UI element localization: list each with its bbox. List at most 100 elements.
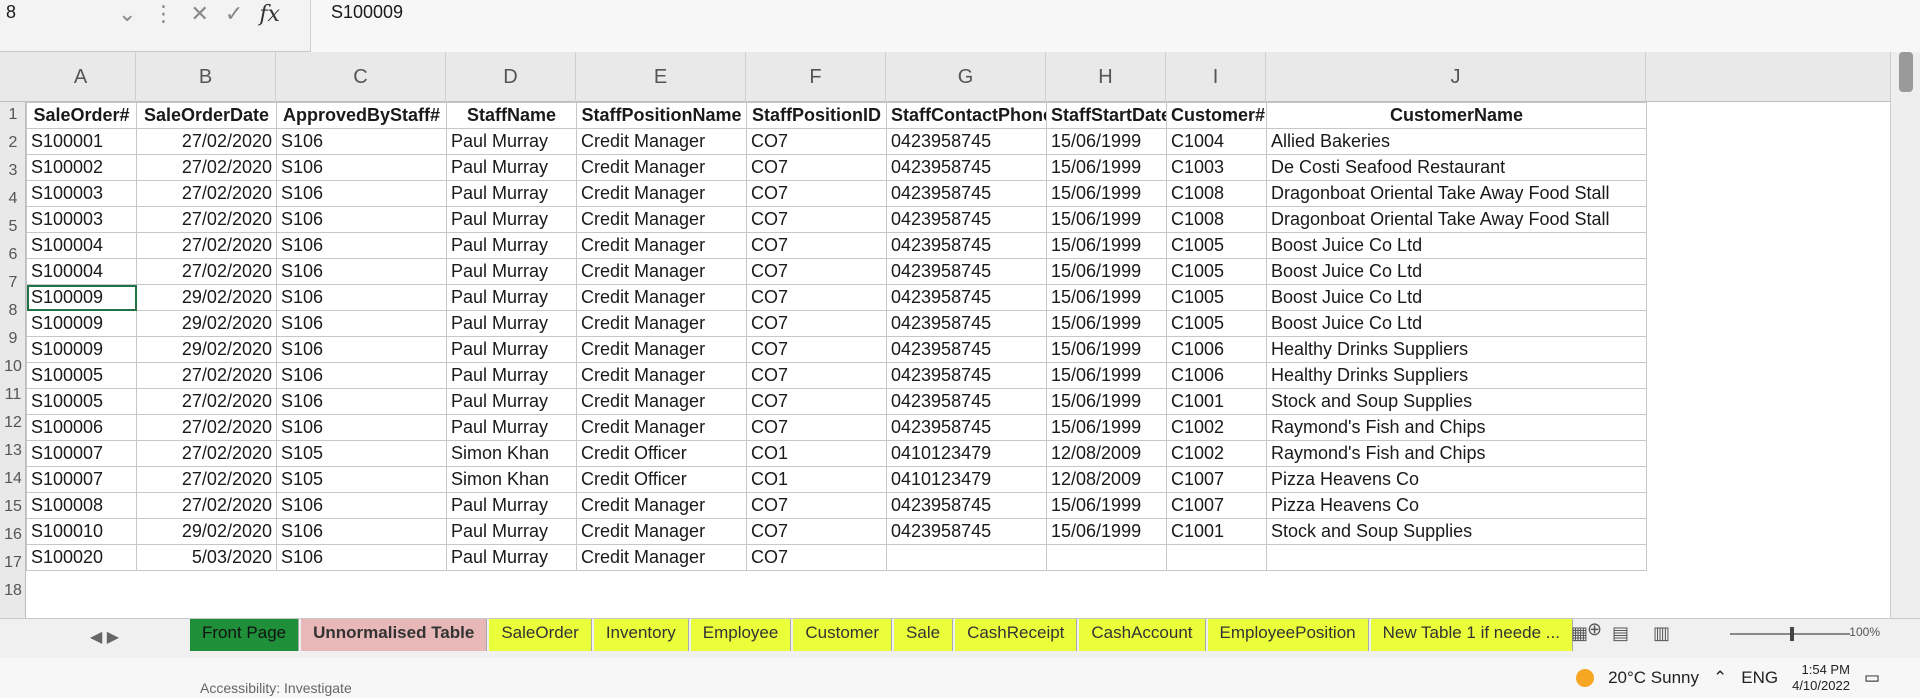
table-cell[interactable]: Allied Bakeries [1266, 128, 1647, 155]
table-cell[interactable]: S106 [276, 414, 447, 441]
table-cell[interactable]: C1006 [1166, 362, 1267, 389]
row-header[interactable]: 14 [0, 470, 26, 488]
table-cell[interactable]: Boost Juice Co Ltd [1266, 284, 1647, 311]
table-cell[interactable]: S100003 [26, 206, 137, 233]
table-cell[interactable]: 27/02/2020 [136, 414, 277, 441]
table-cell[interactable]: 0423958745 [886, 128, 1047, 155]
table-cell[interactable]: C1007 [1166, 492, 1267, 519]
language-indicator[interactable]: ENG [1741, 668, 1778, 688]
table-cell[interactable]: 0410123479 [886, 440, 1047, 467]
table-cell[interactable] [1046, 544, 1167, 571]
tab-nav-arrows[interactable]: ◀ ▶ [90, 627, 119, 647]
table-cell[interactable]: CO7 [746, 362, 887, 389]
table-cell[interactable]: S106 [276, 232, 447, 259]
header-cell[interactable]: StaffStartDate [1046, 102, 1167, 129]
table-cell[interactable]: CO7 [746, 310, 887, 337]
worksheet-grid[interactable]: ABCDEFGHIJ 1 2 3 4 5 6 7 8 9 10 11 12 13 14 15 16 17 18 S… [0, 52, 1890, 618]
table-cell[interactable]: 15/06/1999 [1046, 310, 1167, 337]
table-cell[interactable]: C1002 [1166, 440, 1267, 467]
table-cell[interactable]: 5/03/2020 [136, 544, 277, 571]
header-cell[interactable]: StaffName [446, 102, 577, 129]
table-cell[interactable]: 0423958745 [886, 206, 1047, 233]
table-cell[interactable]: 27/02/2020 [136, 492, 277, 519]
table-cell[interactable]: 0423958745 [886, 232, 1047, 259]
table-cell[interactable]: S100007 [26, 466, 137, 493]
table-cell[interactable]: Paul Murray [446, 336, 577, 363]
table-cell[interactable]: C1002 [1166, 414, 1267, 441]
row-header[interactable]: 2 [0, 134, 26, 152]
more-icon[interactable]: ⋮ [152, 1, 174, 27]
table-cell[interactable]: S106 [276, 492, 447, 519]
row-header[interactable]: 12 [0, 414, 26, 432]
table-cell[interactable]: Paul Murray [446, 206, 577, 233]
column-header[interactable]: I [1166, 52, 1266, 102]
table-cell[interactable]: 15/06/1999 [1046, 232, 1167, 259]
column-header[interactable]: A [26, 52, 136, 102]
table-cell[interactable]: 0423958745 [886, 180, 1047, 207]
table-cell[interactable]: CO1 [746, 440, 887, 467]
table-cell[interactable]: 15/06/1999 [1046, 518, 1167, 545]
table-cell[interactable]: 0423958745 [886, 258, 1047, 285]
row-header[interactable]: 1 [0, 106, 26, 124]
sheet-tab[interactable]: New Table 1 if neede ... [1370, 619, 1573, 651]
table-cell[interactable]: 0423958745 [886, 414, 1047, 441]
cancel-icon[interactable]: ✕ [190, 1, 208, 27]
table-cell[interactable]: Pizza Heavens Co [1266, 466, 1647, 493]
table-cell[interactable]: Paul Murray [446, 128, 577, 155]
table-cell[interactable]: 15/06/1999 [1046, 414, 1167, 441]
table-cell[interactable]: 29/02/2020 [136, 336, 277, 363]
table-cell[interactable]: 27/02/2020 [136, 206, 277, 233]
table-cell[interactable]: S106 [276, 206, 447, 233]
table-cell[interactable]: S100009 [26, 284, 137, 311]
table-cell[interactable]: S106 [276, 544, 447, 571]
table-cell[interactable]: CO7 [746, 180, 887, 207]
table-cell[interactable]: 27/02/2020 [136, 466, 277, 493]
table-cell[interactable]: S106 [276, 180, 447, 207]
table-cell[interactable]: Stock and Soup Supplies [1266, 518, 1647, 545]
table-cell[interactable]: Credit Manager [576, 128, 747, 155]
table-cell[interactable]: C1006 [1166, 336, 1267, 363]
table-cell[interactable]: 27/02/2020 [136, 258, 277, 285]
formula-input[interactable]: S100009 [310, 0, 1920, 52]
zoom-level[interactable]: 100% [1849, 625, 1880, 639]
table-cell[interactable]: CO7 [746, 544, 887, 571]
sheet-tab[interactable]: Unnormalised Table [301, 619, 488, 651]
accessibility-status[interactable]: Accessibility: Investigate [200, 680, 352, 696]
table-cell[interactable]: Paul Murray [446, 154, 577, 181]
notification-icon[interactable]: ▭ [1864, 668, 1880, 688]
table-cell[interactable]: S100007 [26, 440, 137, 467]
table-cell[interactable]: S106 [276, 310, 447, 337]
row-header[interactable]: 17 [0, 554, 26, 572]
column-header[interactable]: H [1046, 52, 1166, 102]
table-cell[interactable]: Credit Officer [576, 466, 747, 493]
row-header[interactable]: 6 [0, 246, 26, 264]
table-cell[interactable]: Paul Murray [446, 414, 577, 441]
table-cell[interactable]: Credit Manager [576, 492, 747, 519]
table-cell[interactable]: Credit Officer [576, 440, 747, 467]
row-header[interactable]: 13 [0, 442, 26, 460]
table-cell[interactable]: 0423958745 [886, 362, 1047, 389]
column-header[interactable]: J [1266, 52, 1646, 102]
table-cell[interactable]: S100020 [26, 544, 137, 571]
zoom-knob[interactable] [1790, 627, 1794, 641]
table-cell[interactable]: 29/02/2020 [136, 310, 277, 337]
table-cell[interactable]: CO7 [746, 336, 887, 363]
table-cell[interactable]: Paul Murray [446, 180, 577, 207]
confirm-icon[interactable]: ✓ [225, 1, 243, 27]
table-cell[interactable]: C1005 [1166, 258, 1267, 285]
table-cell[interactable]: Credit Manager [576, 232, 747, 259]
table-cell[interactable]: S106 [276, 388, 447, 415]
table-cell[interactable]: Credit Manager [576, 310, 747, 337]
zoom-slider[interactable] [1730, 627, 1850, 641]
column-header[interactable]: C [276, 52, 446, 102]
sheet-tab[interactable]: Customer [793, 619, 893, 651]
table-cell[interactable]: S100002 [26, 154, 137, 181]
table-cell[interactable]: 15/06/1999 [1046, 336, 1167, 363]
table-cell[interactable]: S105 [276, 440, 447, 467]
table-cell[interactable]: S100005 [26, 362, 137, 389]
table-cell[interactable]: S106 [276, 362, 447, 389]
table-cell[interactable]: 15/06/1999 [1046, 284, 1167, 311]
header-cell[interactable]: CustomerName [1266, 102, 1647, 129]
table-cell[interactable] [1166, 544, 1267, 571]
table-cell[interactable]: C1005 [1166, 310, 1267, 337]
